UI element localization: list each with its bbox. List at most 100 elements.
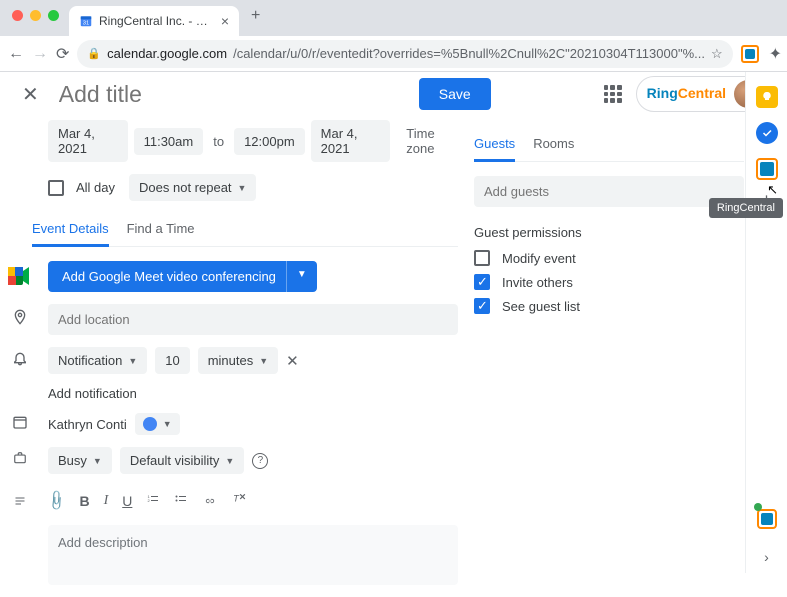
end-time-picker[interactable]: 12:00pm <box>234 128 305 155</box>
chevron-down-icon: ▼ <box>225 456 234 466</box>
perm-see-row: See guest list <box>474 298 744 314</box>
allday-checkbox[interactable] <box>48 180 64 196</box>
visibility-dropdown[interactable]: Default visibility ▼ <box>120 447 245 474</box>
calendar-owner-row: Kathryn Conti ▼ <box>48 413 458 435</box>
ringcentral-presence-icon[interactable] <box>757 509 777 529</box>
perm-invite-row: Invite others <box>474 274 744 290</box>
google-keep-icon[interactable] <box>756 86 778 108</box>
notification-unit-dropdown[interactable]: minutes ▼ <box>198 347 278 374</box>
permissions-heading: Guest permissions <box>474 225 744 240</box>
presence-indicator <box>754 503 762 511</box>
chevron-down-icon: ▼ <box>238 183 247 193</box>
perm-modify-label: Modify event <box>502 251 576 266</box>
url-domain: calendar.google.com <box>107 46 227 61</box>
chrome-actions: ✦ Update ⋮ <box>741 43 787 65</box>
start-time-picker[interactable]: 11:30am <box>134 128 204 155</box>
bell-icon <box>10 349 30 372</box>
to-label: to <box>209 134 228 149</box>
notification-type-dropdown[interactable]: Notification ▼ <box>48 347 147 374</box>
address-bar[interactable]: 🔒 calendar.google.com /calendar/u/0/r/ev… <box>77 40 732 68</box>
tab-event-details[interactable]: Event Details <box>32 213 109 247</box>
perm-modify-row: Modify event <box>474 250 744 266</box>
detail-tabs: Event Details Find a Time <box>32 213 458 247</box>
perm-modify-checkbox[interactable] <box>474 250 490 266</box>
bold-icon[interactable]: B <box>79 493 89 509</box>
perm-see-label: See guest list <box>502 299 580 314</box>
availability-dropdown[interactable]: Busy ▼ <box>48 447 112 474</box>
window-close[interactable] <box>12 10 23 21</box>
browser-titlebar: 31 RingCentral Inc. - Calendar - E × + <box>0 0 787 36</box>
window-minimize[interactable] <box>30 10 41 21</box>
google-tasks-icon[interactable] <box>756 122 778 144</box>
conferencing-row: Add Google Meet video conferencing ▼ <box>48 261 458 292</box>
link-icon[interactable] <box>202 493 218 509</box>
brand-logo: RingCentral <box>647 85 726 103</box>
location-input[interactable] <box>48 304 458 335</box>
reload-button[interactable]: ⟳ <box>56 44 69 64</box>
browser-tab[interactable]: 31 RingCentral Inc. - Calendar - E × <box>69 6 239 36</box>
attachment-icon[interactable]: 📎 <box>45 488 69 512</box>
availability-row: Busy ▼ Default visibility ▼ ? <box>48 447 458 474</box>
url-path: /calendar/u/0/r/eventedit?overrides=%5Bn… <box>233 46 705 61</box>
calendar-color-picker[interactable]: ▼ <box>135 413 180 435</box>
help-icon[interactable]: ? <box>252 453 268 469</box>
add-notification-button[interactable]: Add notification <box>48 386 137 401</box>
description-textarea[interactable]: Add description <box>48 525 458 585</box>
perm-invite-checkbox[interactable] <box>474 274 490 290</box>
bullet-list-icon[interactable] <box>174 493 188 509</box>
calendar-favicon-icon: 31 <box>79 14 93 28</box>
cursor-icon: ↖ <box>767 182 778 198</box>
description-placeholder: Add description <box>58 535 148 550</box>
italic-icon[interactable]: I <box>104 493 109 509</box>
perm-invite-label: Invite others <box>502 275 573 290</box>
notification-type-label: Notification <box>58 353 122 368</box>
tab-rooms[interactable]: Rooms <box>533 128 574 161</box>
timezone-button[interactable]: Time zone <box>406 126 458 156</box>
right-column: Guests Rooms Guest permissions Modify ev… <box>474 120 744 597</box>
side-panel: ↖ RingCentral + › <box>745 72 787 573</box>
svg-text:T: T <box>234 493 241 503</box>
ringcentral-sidepanel-icon[interactable] <box>756 158 778 180</box>
add-notification-row: Add notification <box>48 386 458 401</box>
google-apps-icon[interactable] <box>604 85 622 103</box>
collapse-sidepanel-icon[interactable]: › <box>764 549 769 565</box>
svg-text:31: 31 <box>83 21 89 27</box>
save-button[interactable]: Save <box>419 78 491 110</box>
tab-title: RingCentral Inc. - Calendar - E <box>99 14 215 28</box>
tab-find-a-time[interactable]: Find a Time <box>127 213 195 246</box>
browser-toolbar: ← → ⟳ 🔒 calendar.google.com /calendar/u/… <box>0 36 787 72</box>
chevron-down-icon: ▼ <box>163 419 172 429</box>
calendar-icon <box>10 414 30 435</box>
event-title-input[interactable] <box>59 81 359 108</box>
add-conferencing-button[interactable]: Add Google Meet video conferencing <box>48 261 290 292</box>
numbered-list-icon[interactable]: 12 <box>146 493 160 509</box>
visibility-label: Default visibility <box>130 453 220 468</box>
tab-close-icon[interactable]: × <box>221 13 229 29</box>
description-row: 📎 B I U 12 T Add description <box>48 486 458 585</box>
chevron-down-icon: ▼ <box>93 456 102 466</box>
chevron-down-icon: ▼ <box>259 356 268 366</box>
window-maximize[interactable] <box>48 10 59 21</box>
perm-see-checkbox[interactable] <box>474 298 490 314</box>
description-toolbar: 📎 B I U 12 T <box>48 486 458 515</box>
notification-row: Notification ▼ 10 minutes ▼ ✕ <box>48 347 458 374</box>
recurrence-dropdown[interactable]: Does not repeat ▼ <box>129 174 256 201</box>
end-date-picker[interactable]: Mar 4, 2021 <box>311 120 391 162</box>
event-header: ✕ Save RingCentral <box>0 72 787 116</box>
add-guests-input[interactable] <box>474 176 744 207</box>
back-button[interactable]: ← <box>8 45 24 63</box>
extensions-icon[interactable]: ✦ <box>769 44 782 64</box>
ringcentral-extension-icon[interactable] <box>741 45 759 63</box>
remove-notification-icon[interactable]: ✕ <box>286 352 299 370</box>
recurrence-label: Does not repeat <box>139 180 232 195</box>
conferencing-dropdown[interactable]: ▼ <box>286 261 317 292</box>
close-icon[interactable]: ✕ <box>22 82 39 107</box>
underline-icon[interactable]: U <box>122 493 132 509</box>
new-tab-button[interactable]: + <box>251 7 260 25</box>
bookmark-star-icon[interactable]: ☆ <box>711 46 723 62</box>
clear-formatting-icon[interactable]: T <box>232 492 246 509</box>
notification-value-input[interactable]: 10 <box>155 347 189 374</box>
start-date-picker[interactable]: Mar 4, 2021 <box>48 120 128 162</box>
lock-icon: 🔒 <box>87 47 101 60</box>
tab-guests[interactable]: Guests <box>474 128 515 162</box>
